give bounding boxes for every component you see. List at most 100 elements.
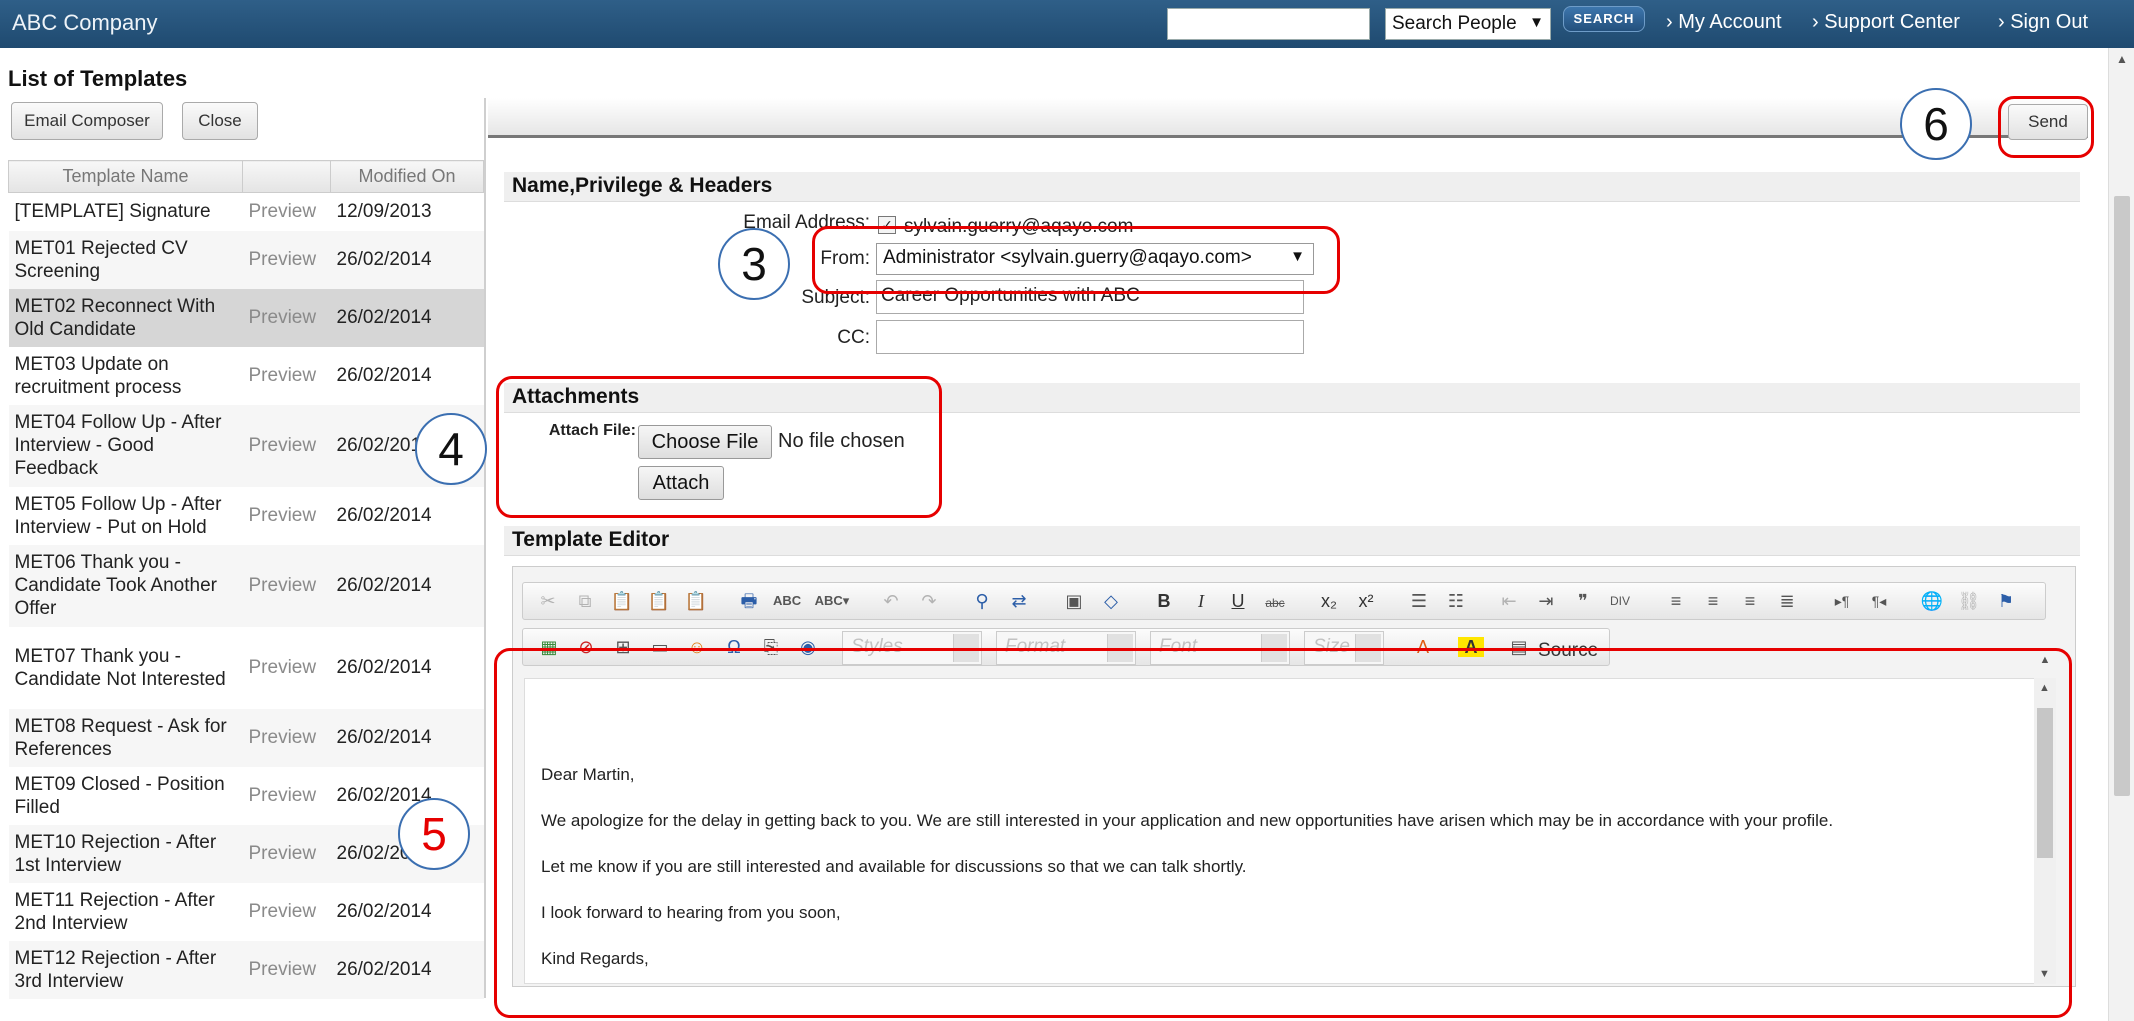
template-name[interactable]: MET04 Follow Up - After Interview - Good… — [8, 404, 243, 487]
preview-link[interactable]: Preview — [242, 824, 331, 883]
redo-icon[interactable]: ↷ — [916, 591, 942, 611]
table-row[interactable]: MET11 Rejection - After 2nd Interview Pre… — [9, 883, 484, 941]
find-icon[interactable]: ⚲ — [969, 591, 995, 611]
superscript-icon[interactable]: x² — [1353, 591, 1379, 611]
annotation-box-editor — [494, 648, 2072, 1018]
align-right-icon[interactable]: ≡ — [1737, 591, 1763, 611]
my-account-link[interactable]: › My Account — [1666, 11, 1782, 34]
paste-word-icon[interactable]: 📋 — [683, 591, 709, 611]
template-name[interactable]: MET08 Request - Ask for References — [8, 708, 243, 767]
numbered-list-icon[interactable]: ☰ — [1406, 591, 1432, 611]
email-composer-button[interactable]: Email Composer — [11, 102, 163, 140]
search-button[interactable]: SEARCH — [1563, 6, 1645, 32]
cc-label: CC: — [837, 327, 870, 348]
link-icon[interactable]: 🌐 — [1919, 591, 1945, 611]
paste-text-icon[interactable]: 📋 — [646, 591, 672, 611]
text-direction-ltr-icon[interactable]: ▸¶ — [1829, 591, 1855, 611]
modified-date: 26/02/2014 — [330, 708, 484, 767]
replace-icon[interactable]: ⇄ — [1006, 591, 1032, 611]
column-header-modified-on[interactable]: Modified On — [330, 160, 484, 193]
table-row[interactable]: MET12 Rejection - After 3rd Interview Pre… — [8, 940, 484, 999]
align-center-icon[interactable]: ≡ — [1700, 591, 1726, 611]
select-all-icon[interactable]: ▣ — [1061, 591, 1087, 611]
template-name[interactable]: MET07 Thank you - Candidate Not Interest… — [9, 627, 243, 709]
preview-link[interactable]: Preview — [243, 487, 331, 545]
indent-icon[interactable]: ⇥ — [1533, 591, 1559, 611]
template-name[interactable]: MET11 Rejection - After 2nd Interview — [9, 883, 243, 941]
spellcheck-icon[interactable]: ABC — [773, 591, 801, 611]
preview-link[interactable]: Preview — [243, 347, 331, 405]
template-name[interactable]: MET03 Update on recruitment process — [9, 347, 243, 405]
template-name[interactable]: MET05 Follow Up - After Interview - Put … — [9, 487, 243, 545]
preview-link[interactable]: Preview — [242, 940, 331, 999]
preview-link[interactable]: Preview — [242, 404, 331, 487]
subscript-icon[interactable]: x₂ — [1316, 591, 1342, 611]
sign-out-link[interactable]: › Sign Out — [1998, 11, 2088, 34]
template-editor-title: Template Editor — [504, 526, 2080, 556]
print-icon[interactable]: 🖶 — [736, 591, 762, 611]
page-scrollbar[interactable]: ▲ — [2108, 48, 2134, 1021]
bold-icon[interactable]: B — [1151, 591, 1177, 611]
strikethrough-icon[interactable]: abc — [1262, 593, 1288, 613]
table-row[interactable]: MET08 Request - Ask for References Previe… — [8, 708, 484, 767]
template-name[interactable]: [TEMPLATE] Signature — [9, 193, 243, 231]
justify-icon[interactable]: ≣ — [1774, 591, 1800, 611]
bulleted-list-icon[interactable]: ☷ — [1443, 591, 1469, 611]
div-container-icon[interactable]: DIV — [1607, 591, 1633, 611]
italic-icon[interactable]: I — [1188, 591, 1214, 611]
cc-input[interactable] — [876, 320, 1304, 354]
table-row[interactable]: MET01 Rejected CV Screening Preview 26/02/… — [8, 230, 484, 289]
table-row[interactable]: MET07 Thank you - Candidate Not Interest… — [9, 627, 484, 709]
template-name[interactable]: MET09 Closed - Position Filled — [9, 767, 243, 825]
paste-icon[interactable]: 📋 — [609, 591, 635, 611]
preview-link[interactable]: Preview — [243, 627, 331, 709]
annotation-marker-5: 5 — [398, 798, 470, 870]
align-left-icon[interactable]: ≡ — [1663, 591, 1689, 611]
search-people-select[interactable]: Search People ▼ — [1385, 8, 1551, 40]
undo-icon[interactable]: ↶ — [878, 591, 904, 611]
support-center-link[interactable]: › Support Center — [1812, 11, 1960, 34]
close-button[interactable]: Close — [182, 102, 258, 140]
people-search-input[interactable] — [1167, 8, 1370, 40]
anchor-icon[interactable]: ⚑ — [1993, 591, 2019, 611]
preview-link[interactable]: Preview — [242, 230, 331, 289]
modified-date: 26/02/2014 — [330, 230, 484, 289]
brand-logo[interactable]: ABC Company — [12, 10, 158, 36]
cut-icon[interactable]: ✂ — [535, 591, 561, 611]
template-name[interactable]: MET10 Rejection - After 1st Interview — [8, 824, 243, 883]
preview-link[interactable]: Preview — [243, 767, 331, 825]
annotation-box-send — [1998, 96, 2094, 158]
annotation-marker-3: 3 — [718, 228, 790, 300]
unlink-icon[interactable]: ⛓ — [1956, 591, 1982, 611]
spellcheck-dropdown-icon[interactable]: ABC▾ — [814, 591, 850, 611]
underline-icon[interactable]: U — [1225, 591, 1251, 611]
table-row-selected[interactable]: MET02 Reconnect With Old Candidate Previe… — [8, 288, 484, 347]
remove-format-icon[interactable]: ◇ — [1098, 591, 1124, 611]
table-row[interactable]: MET06 Thank you - Candidate Took Another… — [8, 544, 484, 627]
template-name[interactable]: MET12 Rejection - After 3rd Interview — [8, 940, 243, 999]
preview-link[interactable]: Preview — [242, 544, 331, 627]
panel-divider[interactable] — [484, 98, 486, 998]
annotation-box-attachments — [496, 376, 942, 518]
modified-date: 26/02/2014 — [336, 901, 432, 922]
table-row[interactable]: MET05 Follow Up - After Interview - Put … — [9, 487, 484, 545]
blockquote-icon[interactable]: ❞ — [1570, 591, 1596, 611]
copy-icon[interactable]: ⧉ — [572, 591, 598, 611]
table-row[interactable]: MET04 Follow Up - After Interview - Good… — [8, 404, 484, 487]
table-row[interactable]: MET03 Update on recruitment process Previ… — [9, 347, 484, 405]
outdent-icon[interactable]: ⇤ — [1496, 591, 1522, 611]
modified-date: 26/02/2014 — [336, 365, 432, 386]
preview-link[interactable]: Preview — [242, 708, 331, 767]
text-direction-rtl-icon[interactable]: ¶◂ — [1866, 591, 1892, 611]
preview-link[interactable]: Preview — [243, 193, 331, 231]
preview-link[interactable]: Preview — [243, 883, 331, 941]
modified-date: 26/02/2014 — [330, 940, 484, 999]
template-name[interactable]: MET02 Reconnect With Old Candidate — [8, 288, 243, 347]
column-header-template-name[interactable]: Template Name — [8, 160, 243, 193]
preview-link[interactable]: Preview — [242, 288, 331, 347]
template-name[interactable]: MET01 Rejected CV Screening — [8, 230, 243, 289]
template-name[interactable]: MET06 Thank you - Candidate Took Another… — [8, 544, 243, 627]
scroll-up-icon[interactable]: ▲ — [2116, 52, 2128, 66]
table-row[interactable]: [TEMPLATE] Signature Preview 12/09/2013 — [9, 193, 484, 231]
page-scrollbar-thumb[interactable] — [2114, 196, 2130, 796]
